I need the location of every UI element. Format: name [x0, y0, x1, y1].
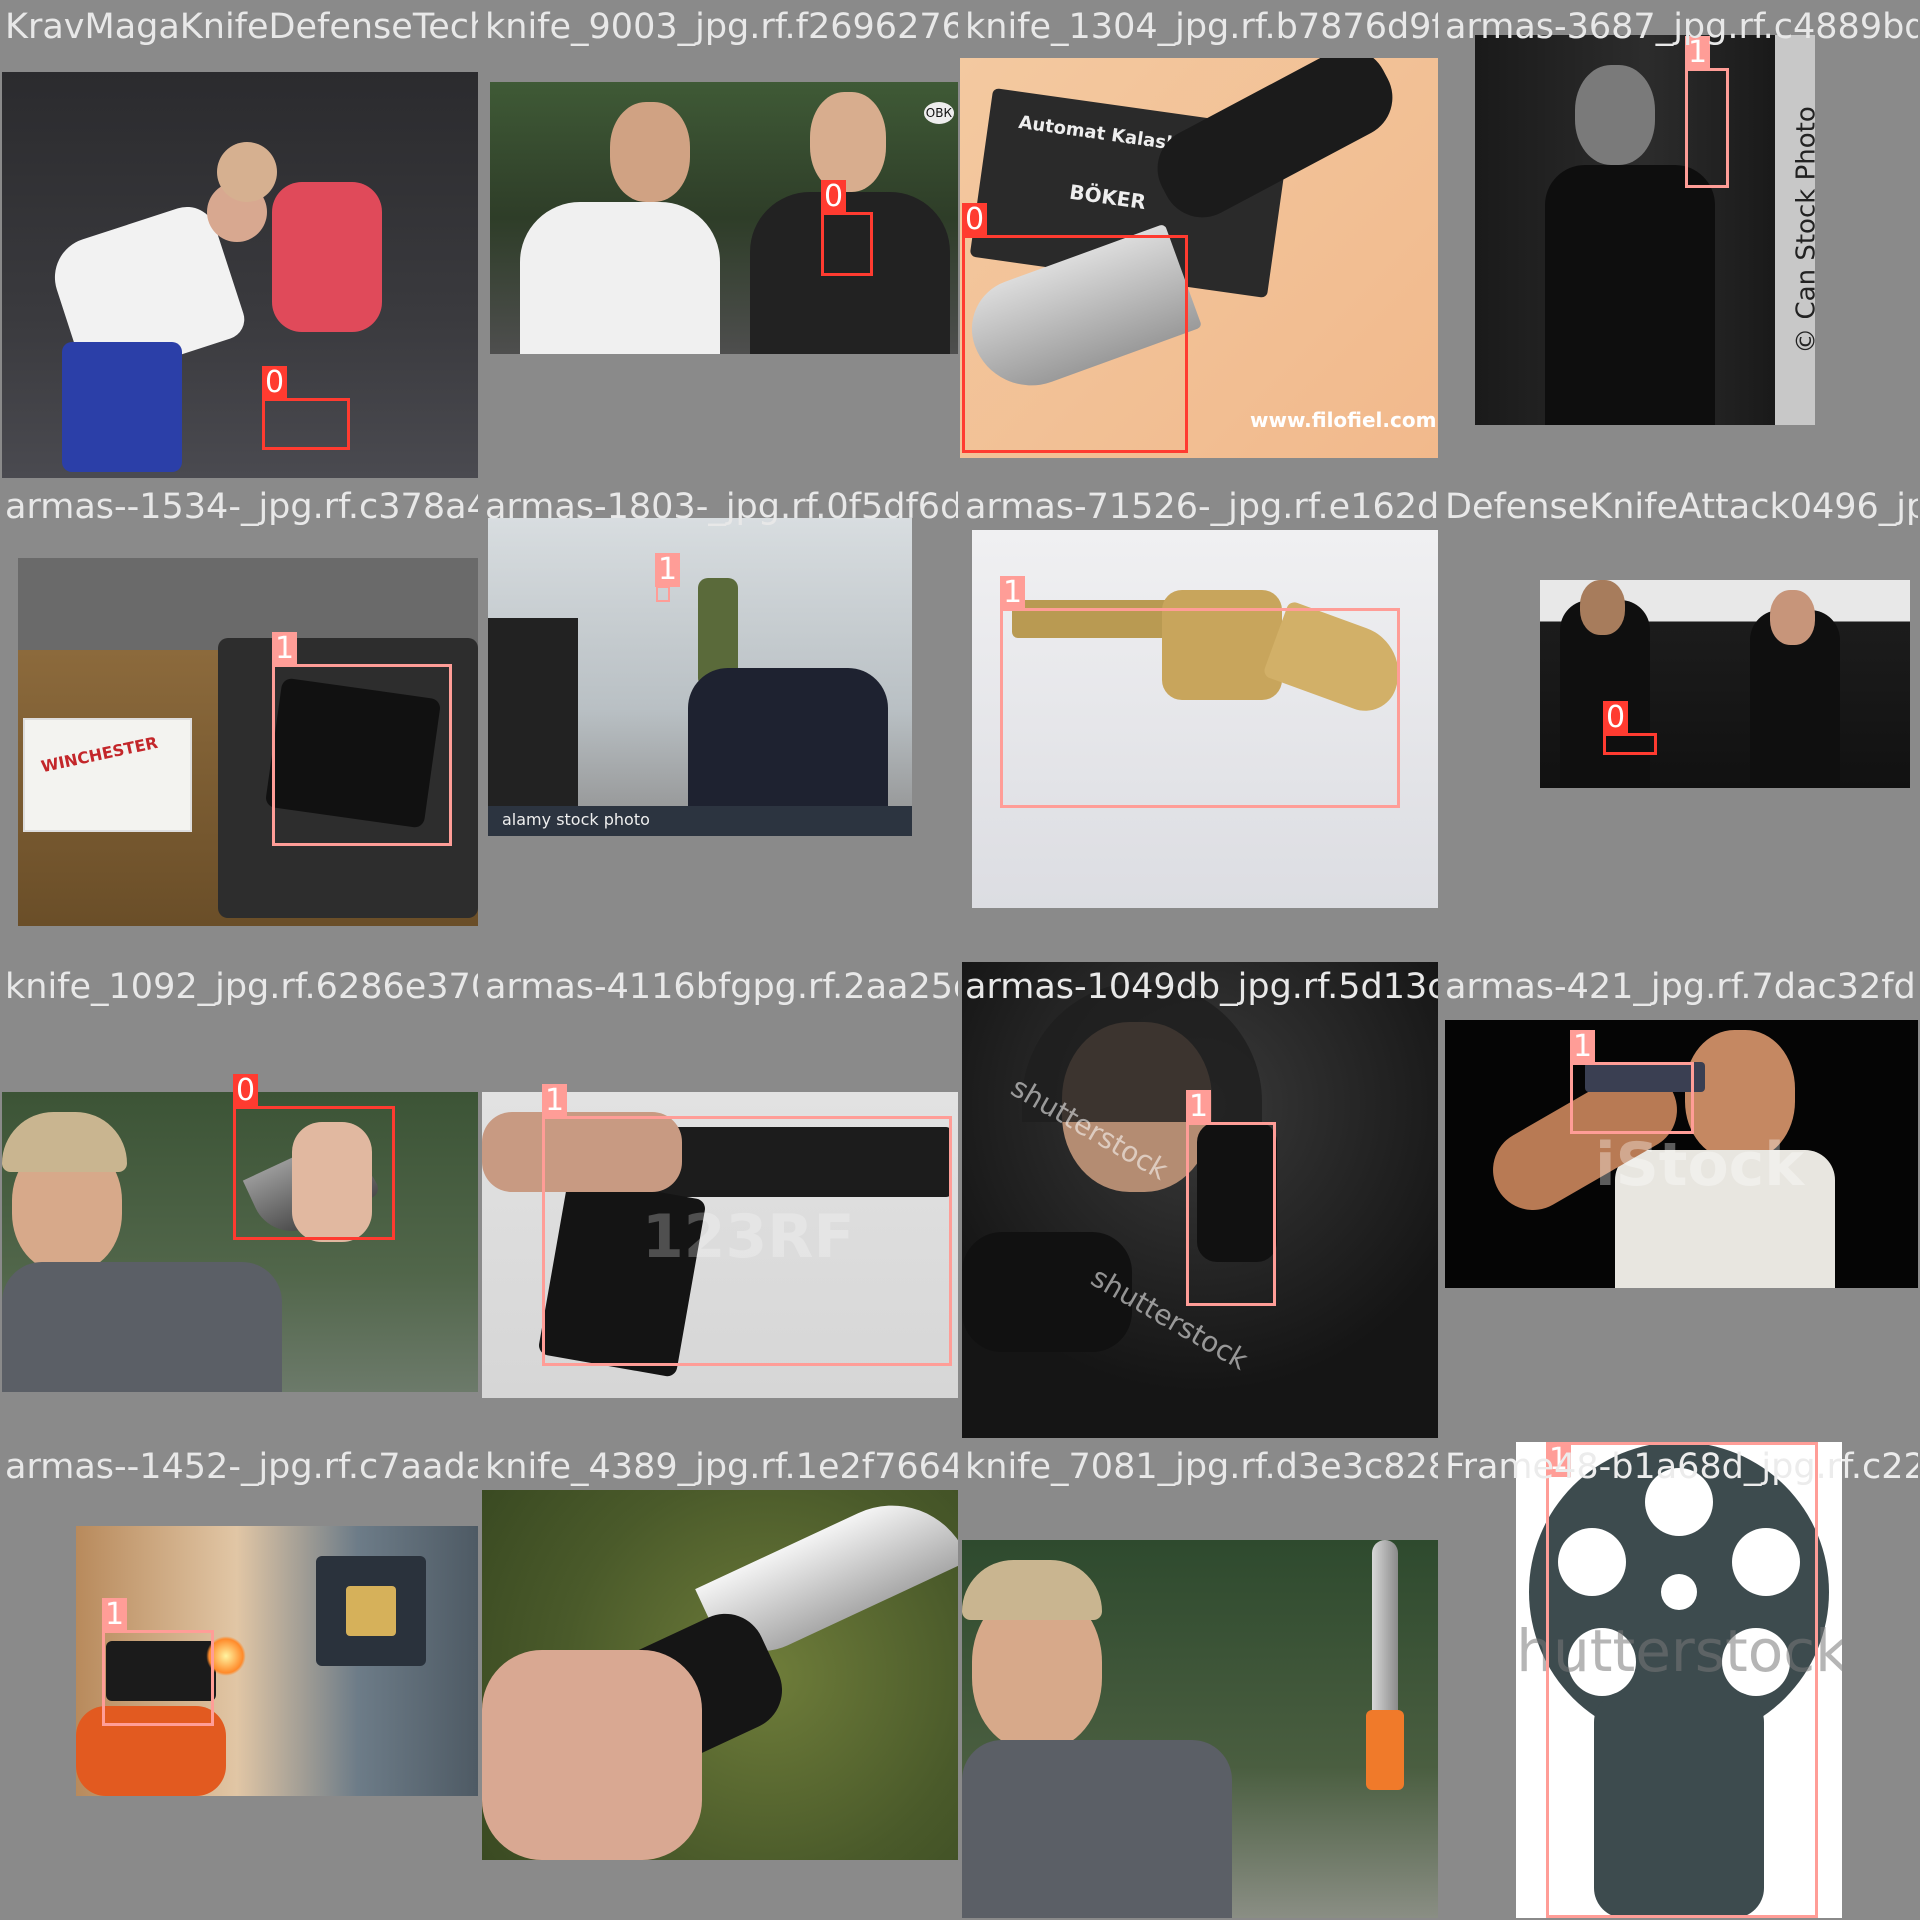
watermark: alamy stock photo	[502, 810, 650, 829]
detection-box: 1	[102, 1598, 214, 1726]
detection-box: 0	[233, 1074, 395, 1240]
detection-box: 1	[1000, 576, 1400, 808]
tile-2: ОВК 0 knife_9003_jpg.rf.f26962766b7cafe1…	[480, 0, 958, 478]
tile-title: armas-4116bfgpg.rf.2aa25d78723a9f4949db7	[485, 967, 958, 1007]
class-label: 1	[542, 1084, 568, 1118]
class-label: 0	[962, 203, 988, 237]
watermark: ОВК	[923, 102, 954, 124]
knife-handle	[1366, 1710, 1404, 1790]
tile-5: WINCHESTER 1 armas--1534-_jpg.rf.c378a42…	[0, 480, 478, 958]
person-left	[520, 202, 720, 354]
class-label: 0	[821, 180, 847, 214]
detection-box: 1	[1186, 1090, 1276, 1306]
detection-box: 0	[962, 203, 1188, 453]
target-center	[346, 1586, 396, 1636]
knife-blade	[1372, 1540, 1398, 1720]
tile-title: armas--1534-_jpg.rf.c378a42a7eae6a8a463b…	[5, 487, 478, 527]
tile-4: © Can Stock Photo 1 armas-3687_jpg.rf.c4…	[1440, 0, 1918, 478]
tile-6: alamy stock photo 1 armas-1803-_jpg.rf.0…	[480, 480, 958, 958]
tile-16: shutterstock 1 Frame48-b1a68d_jpg.rf.c22…	[1440, 1440, 1918, 1918]
tile-11: shutterstock shutterstock 1 armas-1049db…	[960, 960, 1438, 1438]
detection-box: 1	[655, 553, 681, 602]
mosaic-grid: 0 KravMagaKnifeDefenseTechniques023_jpg.…	[0, 0, 1920, 1920]
person-body	[1545, 165, 1715, 425]
detection-box: 1	[1685, 36, 1729, 188]
tile-title: knife_1304_jpg.rf.b7876d9fe37c3abc377730…	[965, 7, 1438, 47]
tile-image	[962, 1540, 1438, 1918]
tile-title: knife_4389_jpg.rf.1e2f7664a332f163b7883b…	[485, 1447, 958, 1487]
tile-13: 1 armas--1452-_jpg.rf.c7aada6b0f5e48d2fc…	[0, 1440, 478, 1918]
tile-title: knife_7081_jpg.rf.d3e3c828	[965, 1447, 1438, 1487]
tile-title: DefenseKnifeAttack0496_jpg	[1445, 487, 1918, 527]
tile-8: 0 DefenseKnifeAttack0496_jpg	[1440, 480, 1918, 958]
person-head	[1580, 580, 1625, 635]
hand	[482, 1650, 702, 1860]
box-logo: BÖKER	[1067, 179, 1148, 215]
tile-title: armas-1803-_jpg.rf.0f5df6d4116a	[485, 487, 958, 527]
tile-image	[2, 72, 478, 478]
tile-10: 123RF 1 armas-4116bfgpg.rf.2aa25d78723a9…	[480, 960, 958, 1438]
tile-1: 0 KravMagaKnifeDefenseTechniques023_jpg.…	[0, 0, 478, 478]
tile-3: Automat Kalashni BÖKER www.filofiel.com …	[960, 0, 1438, 478]
tile-9: 0 knife_1092_jpg.rf.6286e370324324145bfc…	[0, 960, 478, 1438]
detection-box: 0	[262, 366, 350, 450]
cap	[2, 1112, 127, 1172]
tile-7: 1 armas-71526-_jpg.rf.e162d2305f7e41788a…	[960, 480, 1438, 958]
detection-box: 1	[1570, 1030, 1694, 1134]
tile-title: armas--1452-_jpg.rf.c7aada6b0f5e48d2fcdd	[5, 1447, 478, 1487]
class-label: 0	[262, 366, 288, 400]
person-left	[488, 618, 578, 836]
person-red-shirt	[272, 182, 382, 332]
class-label: 0	[1603, 701, 1629, 735]
class-label: 1	[655, 553, 681, 587]
detection-box: 1	[1546, 1442, 1818, 1918]
jacket	[962, 1740, 1232, 1918]
person-head	[810, 92, 886, 192]
detection-box: 0	[821, 180, 873, 276]
person-head	[610, 102, 690, 202]
watermark: iStock	[1595, 1130, 1805, 1200]
tile-image: iStock	[1445, 1020, 1918, 1288]
tile-title: Frame48-b1a68d_jpg.rf.c223ef6	[1445, 1447, 1918, 1487]
tile-image	[1540, 580, 1910, 788]
detection-box: 1	[542, 1084, 952, 1366]
class-label: 1	[1570, 1030, 1596, 1064]
ammo-box-text: WINCHESTER	[39, 732, 160, 777]
tile-title: armas-421_jpg.rf.7dac32fd8	[1445, 967, 1918, 1007]
tile-image: © Can Stock Photo	[1475, 35, 1815, 425]
person-head	[217, 142, 277, 202]
ammo-box: WINCHESTER	[23, 718, 192, 832]
tile-title: armas-3687_jpg.rf.c4889bdf	[1445, 7, 1918, 47]
tile-12: iStock 1 armas-421_jpg.rf.7dac32fd8	[1440, 960, 1918, 1438]
site-text: www.filofiel.com	[1250, 408, 1437, 432]
tile-image	[482, 1490, 958, 1860]
tile-title: armas-71526-_jpg.rf.e162d2305f7e41788a27	[965, 487, 1438, 527]
class-label: 0	[233, 1074, 259, 1108]
class-label: 1	[1000, 576, 1026, 610]
tile-title: KravMagaKnifeDefenseTechniques023_jpg.rf	[5, 7, 478, 47]
tile-image: alamy stock photo	[488, 518, 912, 836]
tile-title: knife_1092_jpg.rf.6286e370324324145bfc10	[5, 967, 478, 1007]
tile-15: knife_7081_jpg.rf.d3e3c828	[960, 1440, 1438, 1918]
detection-box: 0	[1603, 701, 1657, 755]
person-blue-shorts	[62, 342, 182, 472]
tile-image: ОВК	[490, 82, 958, 354]
tile-14: knife_4389_jpg.rf.1e2f7664a332f163b7883b…	[480, 1440, 958, 1918]
tile-title: armas-1049db_jpg.rf.5d13c4a2f1070421e97	[965, 967, 1438, 1007]
person-head	[1575, 65, 1655, 165]
watermark: © Can Stock Photo	[1791, 106, 1815, 353]
class-label: 1	[1186, 1090, 1212, 1124]
person-head	[1770, 590, 1815, 645]
class-label: 1	[272, 632, 298, 666]
detection-box: 1	[272, 632, 452, 846]
cap	[962, 1560, 1102, 1620]
tile-title: knife_9003_jpg.rf.f26962766b7cafe1f904a9…	[485, 7, 958, 47]
jacket	[2, 1262, 282, 1392]
class-label: 1	[102, 1598, 128, 1632]
